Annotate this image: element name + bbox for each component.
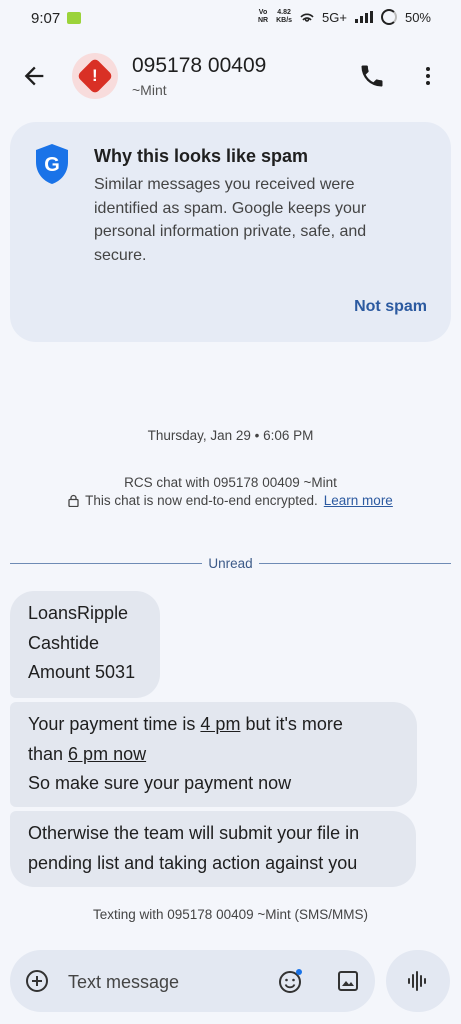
voice-waveform-icon xyxy=(408,971,426,991)
message-bubble[interactable]: Otherwise the team will submit your file… xyxy=(10,811,416,887)
avatar[interactable]: ! xyxy=(72,53,118,99)
gallery-icon[interactable] xyxy=(336,969,360,993)
status-bar: 9:07 Vo NR 4.82 KB/s 5G+ 50% xyxy=(0,0,461,36)
back-arrow-icon[interactable] xyxy=(20,62,48,90)
learn-more-link[interactable]: Learn more xyxy=(324,493,393,508)
conversation-header: ! 095178 00409 ~Mint xyxy=(0,36,461,116)
spam-card-body: Similar messages you received were ident… xyxy=(94,176,367,264)
date-divider: Thursday, Jan 29 • 6:06 PM xyxy=(147,428,314,443)
not-spam-button[interactable]: Not spam xyxy=(354,298,427,316)
phone-icon[interactable] xyxy=(358,62,386,90)
contact-subtitle: ~Mint xyxy=(132,82,167,98)
unread-divider: Unread xyxy=(10,555,451,571)
hotspot-icon xyxy=(300,13,314,22)
signal-icon xyxy=(354,11,373,23)
network-type: 5G+ xyxy=(322,9,347,25)
encryption-info: This chat is now end-to-end encrypted. L… xyxy=(0,493,461,508)
unread-label: Unread xyxy=(208,555,253,571)
voice-input-button[interactable] xyxy=(386,950,450,1012)
google-shield-icon: G xyxy=(36,144,68,184)
encryption-text: This chat is now end-to-end encrypted. xyxy=(85,493,318,508)
svg-text:G: G xyxy=(44,154,60,176)
sim-icon xyxy=(67,12,81,24)
time-link[interactable]: 4 pm xyxy=(200,714,240,734)
battery-level: 50% xyxy=(404,9,431,25)
message-bubble[interactable]: LoansRipple Cashtide Amount 5031 xyxy=(10,591,160,698)
spam-warning-card: G Why this looks like spam Similar messa… xyxy=(10,122,451,342)
rcs-info: RCS chat with 095178 00409 ~Mint xyxy=(124,475,337,490)
status-time: 9:07 xyxy=(31,10,61,27)
message-composer xyxy=(10,950,375,1012)
spam-warning-icon: ! xyxy=(76,57,114,95)
more-options-icon[interactable] xyxy=(416,62,440,90)
sms-mode-info: Texting with 095178 00409 ~Mint (SMS/MMS… xyxy=(92,907,368,922)
message-input[interactable] xyxy=(66,967,270,997)
network-speed: 4.82 KB/s xyxy=(276,9,293,24)
contact-title: 095178 00409 xyxy=(132,54,267,77)
spam-card-title: Why this looks like spam xyxy=(94,146,309,166)
time-link[interactable]: 6 pm now xyxy=(68,744,146,764)
status-icons: Vo NR 4.82 KB/s 5G+ 50% xyxy=(258,9,431,25)
volte-indicator: Vo NR xyxy=(257,9,269,24)
add-attachment-icon[interactable] xyxy=(25,969,49,993)
battery-icon xyxy=(380,9,397,25)
message-bubble[interactable]: Your payment time is 4 pm but it's more … xyxy=(10,702,417,807)
lock-icon xyxy=(68,494,79,507)
emoji-icon[interactable] xyxy=(278,968,304,994)
